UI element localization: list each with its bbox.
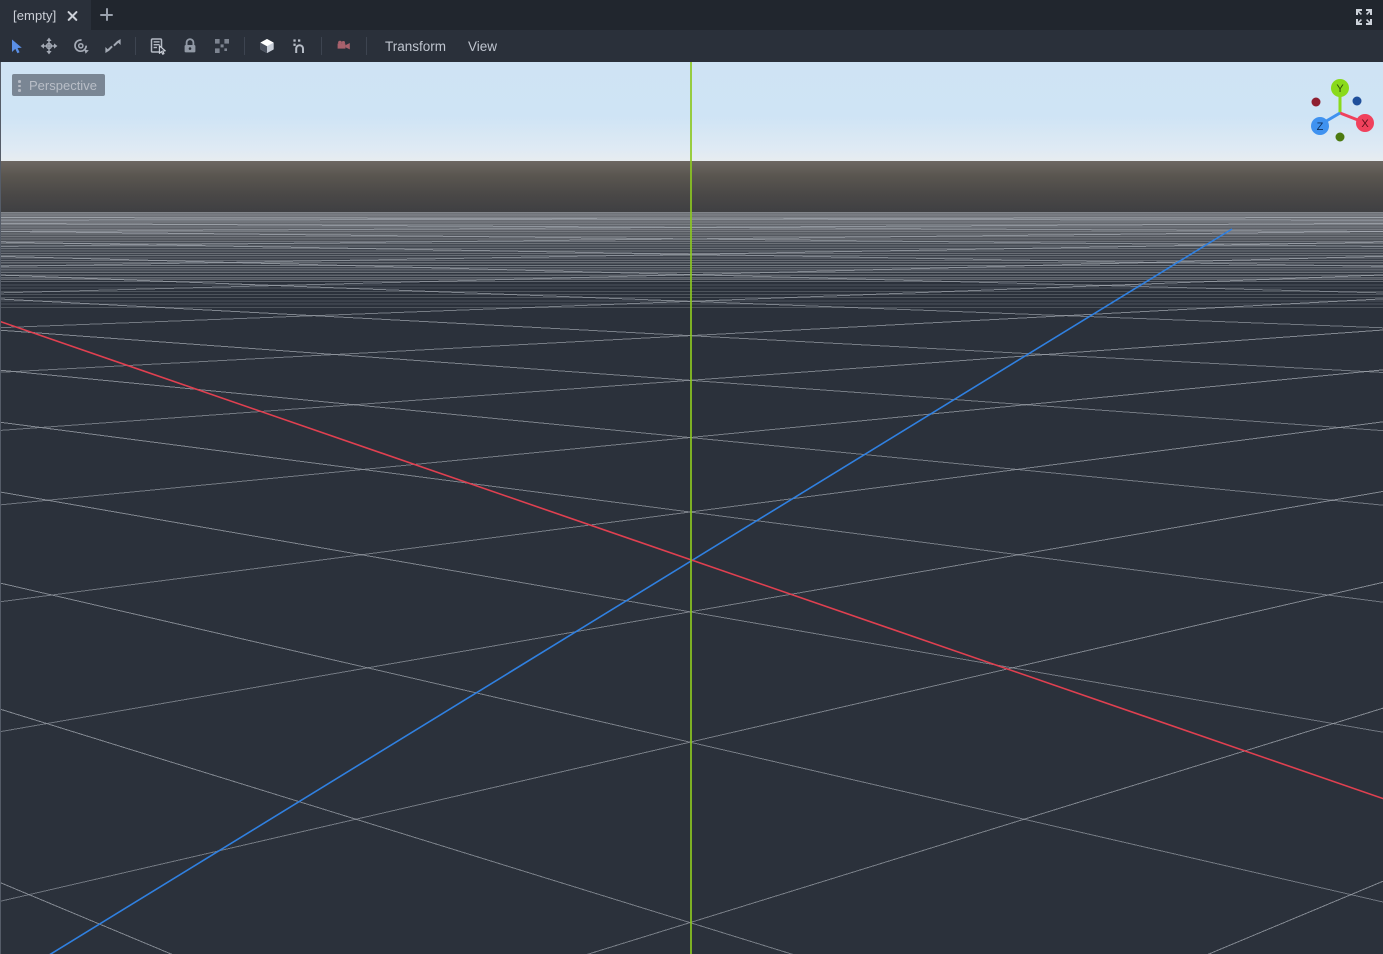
viewport-projection-menu[interactable]: Perspective <box>12 74 105 96</box>
toolbar-separator <box>244 37 245 55</box>
magnet-icon <box>293 39 304 53</box>
view-menu[interactable]: View <box>458 34 507 58</box>
snap-mode-button[interactable] <box>253 32 281 60</box>
rotate-icon <box>74 39 89 54</box>
transform-menu[interactable]: Transform <box>375 34 456 58</box>
gizmo-z-label: Z <box>1317 121 1324 133</box>
group-icon <box>215 39 229 53</box>
viewport-left-border <box>0 62 1 954</box>
local-space-button[interactable] <box>285 32 313 60</box>
godot-3d-editor-window: [empty] Transform View Perspective Y X Z <box>0 0 1383 954</box>
gizmo-neg-x-dot <box>1311 97 1321 107</box>
group-button[interactable] <box>208 32 236 60</box>
gizmo-y-label: Y <box>1336 83 1344 95</box>
axis-z-line <box>49 228 1233 954</box>
list-select-icon <box>150 38 166 55</box>
toolbar-separator <box>135 37 136 55</box>
lock-button[interactable] <box>176 32 204 60</box>
cursor-arrow-icon <box>11 39 22 53</box>
close-icon[interactable] <box>65 8 80 23</box>
move-arrows-icon <box>40 37 58 55</box>
toolbar-separator <box>366 37 367 55</box>
3d-viewport[interactable]: Perspective Y X Z <box>0 62 1383 954</box>
toolbar-separator <box>321 37 322 55</box>
gizmo-neg-y-dot <box>1335 132 1345 142</box>
scale-icon <box>105 39 121 53</box>
expand-arrows-icon[interactable] <box>1349 3 1379 27</box>
viewport-projection-label: Perspective <box>29 77 97 93</box>
list-select-button[interactable] <box>144 32 172 60</box>
lock-icon <box>184 38 196 53</box>
axis-gizmo[interactable]: Y X Z <box>1295 70 1375 150</box>
move-mode-button[interactable] <box>35 32 63 60</box>
perspective-grid <box>0 62 1383 954</box>
vertical-dots-icon <box>15 77 24 93</box>
camera-icon <box>337 40 350 50</box>
editor-toolbar: Transform View <box>0 30 1383 62</box>
plus-icon[interactable] <box>91 0 121 30</box>
scene-tab-bar: [empty] <box>0 0 1383 30</box>
gizmo-x-label: X <box>1361 118 1369 130</box>
transform-menu-label: Transform <box>385 38 447 54</box>
gizmo-neg-z-dot <box>1352 96 1362 106</box>
rotate-mode-button[interactable] <box>67 32 95 60</box>
scene-tab-empty[interactable]: [empty] <box>0 0 92 30</box>
camera-preview-button[interactable] <box>330 32 358 60</box>
scale-mode-button[interactable] <box>99 32 127 60</box>
snap-cube-icon <box>260 39 274 53</box>
select-mode-button[interactable] <box>3 32 31 60</box>
view-menu-label: View <box>468 38 498 54</box>
scene-tab-label: [empty] <box>13 7 57 23</box>
